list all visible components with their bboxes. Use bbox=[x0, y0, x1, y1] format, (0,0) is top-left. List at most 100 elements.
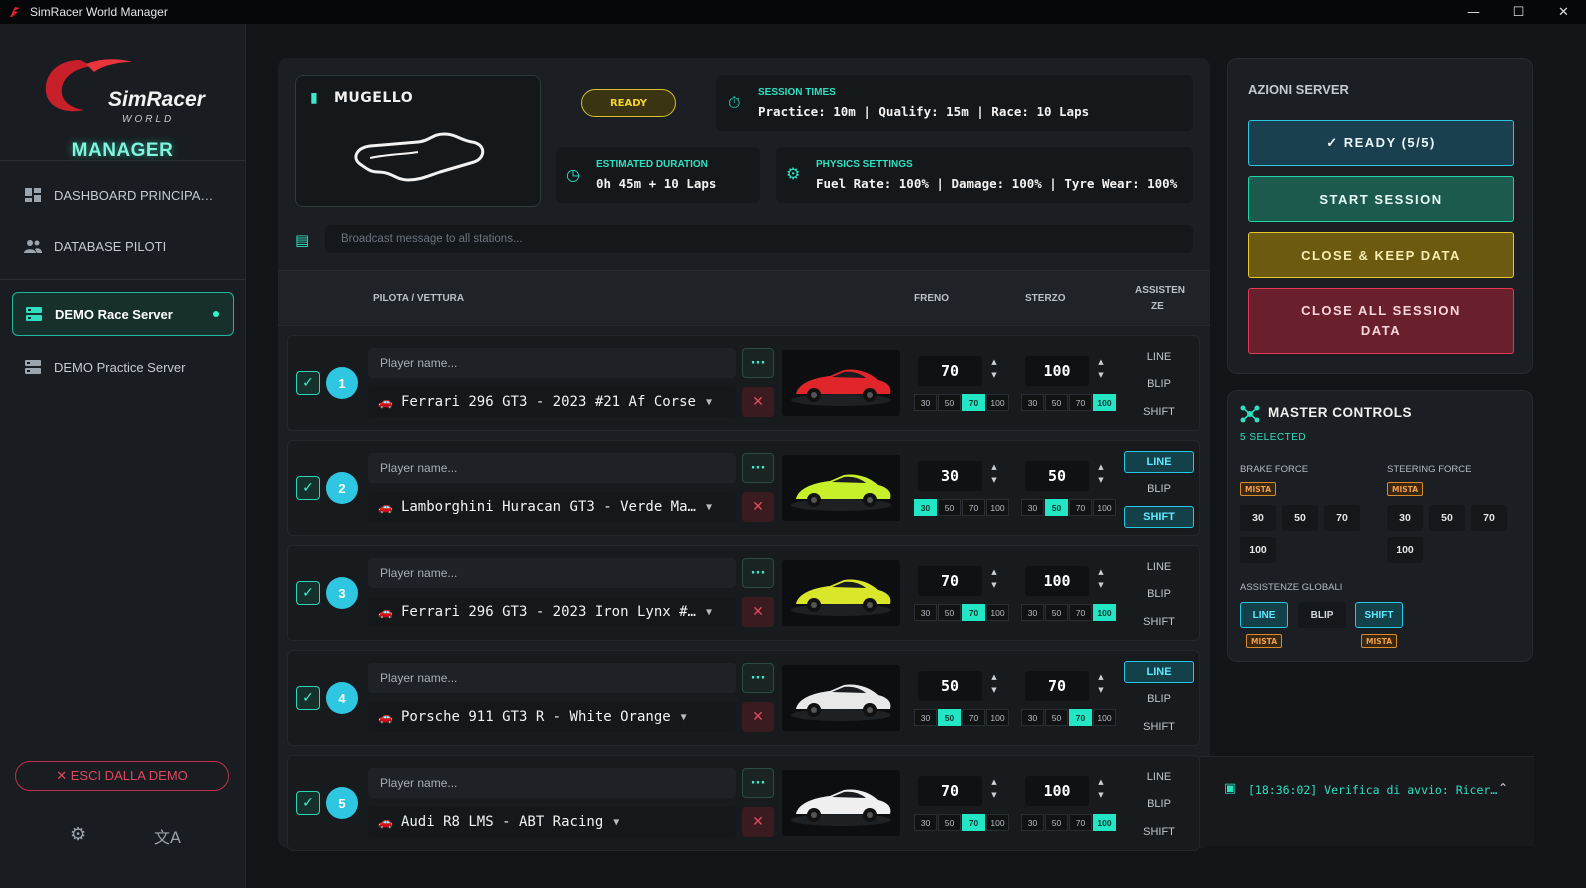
steer-preset-30[interactable]: 30 bbox=[1021, 814, 1044, 831]
master-steer-30[interactable]: 30 bbox=[1387, 505, 1423, 531]
assist-line-toggle[interactable]: LINE bbox=[1124, 766, 1194, 788]
steer-stepper-arrows[interactable]: ▲ ▼ bbox=[1095, 671, 1107, 701]
brake-preset-70[interactable]: 70 bbox=[962, 814, 985, 831]
assist-line-toggle[interactable]: LINE bbox=[1124, 451, 1194, 473]
master-brake-70[interactable]: 70 bbox=[1324, 505, 1360, 531]
brake-preset-100[interactable]: 100 bbox=[986, 604, 1009, 621]
assist-shift-toggle[interactable]: SHIFT bbox=[1124, 506, 1194, 528]
brake-preset-30[interactable]: 30 bbox=[914, 709, 937, 726]
brake-stepper-arrows[interactable]: ▲ ▼ bbox=[988, 776, 1000, 806]
steer-value[interactable]: 70 bbox=[1025, 671, 1089, 701]
brake-preset-30[interactable]: 30 bbox=[914, 604, 937, 621]
car-select[interactable]: 🚗 Ferrari 296 GT3 - 2023 #21 Af Corse ▼ bbox=[368, 387, 736, 417]
brake-preset-50[interactable]: 50 bbox=[938, 814, 961, 831]
brake-preset-100[interactable]: 100 bbox=[986, 394, 1009, 411]
steer-preset-70[interactable]: 70 bbox=[1069, 394, 1092, 411]
remove-driver-button[interactable]: ✕ bbox=[742, 807, 774, 837]
steer-preset-30[interactable]: 30 bbox=[1021, 604, 1044, 621]
steer-preset-100[interactable]: 100 bbox=[1093, 814, 1116, 831]
steer-preset-100[interactable]: 100 bbox=[1093, 394, 1116, 411]
brake-preset-100[interactable]: 100 bbox=[986, 709, 1009, 726]
player-name-input[interactable] bbox=[368, 453, 736, 483]
brake-preset-70[interactable]: 70 bbox=[962, 499, 985, 516]
assist-shift-toggle[interactable]: SHIFT bbox=[1124, 611, 1194, 633]
assist-blip-toggle[interactable]: BLIP bbox=[1124, 793, 1194, 815]
brake-preset-70[interactable]: 70 bbox=[962, 394, 985, 411]
brake-value[interactable]: 70 bbox=[918, 566, 982, 596]
row-select-checkbox[interactable]: ✓ bbox=[296, 476, 320, 500]
close-window-button[interactable]: ✕ bbox=[1541, 0, 1586, 24]
steer-value[interactable]: 100 bbox=[1025, 566, 1089, 596]
remove-driver-button[interactable]: ✕ bbox=[742, 597, 774, 627]
car-select[interactable]: 🚗 Lamborghini Huracan GT3 - Verde Ma… ▼ bbox=[368, 492, 736, 522]
steer-preset-50[interactable]: 50 bbox=[1045, 814, 1068, 831]
brake-preset-50[interactable]: 50 bbox=[938, 394, 961, 411]
brake-preset-100[interactable]: 100 bbox=[986, 814, 1009, 831]
brake-preset-30[interactable]: 30 bbox=[914, 499, 937, 516]
brake-preset-50[interactable]: 50 bbox=[938, 499, 961, 516]
ready-button[interactable]: ✓ READY (5/5) bbox=[1248, 120, 1514, 166]
steer-stepper-arrows[interactable]: ▲ ▼ bbox=[1095, 461, 1107, 491]
steer-stepper-arrows[interactable]: ▲ ▼ bbox=[1095, 566, 1107, 596]
steer-preset-70[interactable]: 70 bbox=[1069, 814, 1092, 831]
global-blip-button[interactable]: BLIP bbox=[1298, 602, 1346, 628]
steer-preset-70[interactable]: 70 bbox=[1069, 499, 1092, 516]
sidebar-item-demo-race-server[interactable]: DEMO Race Server bbox=[12, 292, 234, 336]
sidebar-item-dashboard[interactable]: DASHBOARD PRINCIPA… bbox=[12, 173, 234, 217]
gear-icon[interactable]: ⚙ bbox=[70, 824, 86, 845]
more-options-button[interactable]: ··· bbox=[742, 663, 774, 693]
translate-icon[interactable]: 文A bbox=[154, 824, 181, 848]
assist-blip-toggle[interactable]: BLIP bbox=[1124, 583, 1194, 605]
assist-line-toggle[interactable]: LINE bbox=[1124, 346, 1194, 368]
log-bar[interactable]: ▣ [18:36:02] Verifica di avvio: Ricer… ⌃ bbox=[1200, 756, 1534, 846]
master-brake-50[interactable]: 50 bbox=[1282, 505, 1318, 531]
broadcast-input[interactable] bbox=[325, 225, 1193, 253]
car-select[interactable]: 🚗 Audi R8 LMS - ABT Racing ▼ bbox=[368, 807, 736, 837]
player-name-input[interactable] bbox=[368, 768, 736, 798]
brake-stepper-arrows[interactable]: ▲ ▼ bbox=[988, 671, 1000, 701]
assist-shift-toggle[interactable]: SHIFT bbox=[1124, 821, 1194, 843]
global-line-button[interactable]: LINE bbox=[1240, 602, 1288, 628]
steer-preset-50[interactable]: 50 bbox=[1045, 604, 1068, 621]
row-select-checkbox[interactable]: ✓ bbox=[296, 371, 320, 395]
exit-demo-button[interactable]: ✕ ESCI DALLA DEMO bbox=[15, 761, 229, 791]
steer-preset-50[interactable]: 50 bbox=[1045, 709, 1068, 726]
close-keep-data-button[interactable]: CLOSE & KEEP DATA bbox=[1248, 232, 1514, 278]
brake-value[interactable]: 70 bbox=[918, 356, 982, 386]
more-options-button[interactable]: ··· bbox=[742, 348, 774, 378]
maximize-button[interactable]: ☐ bbox=[1496, 0, 1541, 24]
player-name-input[interactable] bbox=[368, 348, 736, 378]
minimize-button[interactable]: — bbox=[1451, 0, 1496, 24]
sidebar-item-demo-practice-server[interactable]: DEMO Practice Server bbox=[12, 345, 234, 389]
brake-stepper-arrows[interactable]: ▲ ▼ bbox=[988, 356, 1000, 386]
brake-stepper-arrows[interactable]: ▲ ▼ bbox=[988, 566, 1000, 596]
player-name-input[interactable] bbox=[368, 663, 736, 693]
chevron-up-icon[interactable]: ⌃ bbox=[1498, 781, 1508, 795]
master-steer-100[interactable]: 100 bbox=[1387, 537, 1423, 563]
remove-driver-button[interactable]: ✕ bbox=[742, 387, 774, 417]
brake-value[interactable]: 30 bbox=[918, 461, 982, 491]
row-select-checkbox[interactable]: ✓ bbox=[296, 581, 320, 605]
brake-preset-50[interactable]: 50 bbox=[938, 604, 961, 621]
close-all-session-data-button[interactable]: CLOSE ALL SESSION DATA bbox=[1248, 288, 1514, 354]
car-select[interactable]: 🚗 Ferrari 296 GT3 - 2023 Iron Lynx #… ▼ bbox=[368, 597, 736, 627]
assist-line-toggle[interactable]: LINE bbox=[1124, 661, 1194, 683]
steer-preset-70[interactable]: 70 bbox=[1069, 709, 1092, 726]
row-select-checkbox[interactable]: ✓ bbox=[296, 791, 320, 815]
brake-preset-50[interactable]: 50 bbox=[938, 709, 961, 726]
steer-stepper-arrows[interactable]: ▲ ▼ bbox=[1095, 356, 1107, 386]
more-options-button[interactable]: ··· bbox=[742, 558, 774, 588]
row-select-checkbox[interactable]: ✓ bbox=[296, 686, 320, 710]
car-select[interactable]: 🚗 Porsche 911 GT3 R - White Orange ▼ bbox=[368, 702, 736, 732]
steer-preset-30[interactable]: 30 bbox=[1021, 709, 1044, 726]
master-steer-50[interactable]: 50 bbox=[1429, 505, 1465, 531]
steer-preset-100[interactable]: 100 bbox=[1093, 709, 1116, 726]
assist-line-toggle[interactable]: LINE bbox=[1124, 556, 1194, 578]
start-session-button[interactable]: START SESSION bbox=[1248, 176, 1514, 222]
steer-stepper-arrows[interactable]: ▲ ▼ bbox=[1095, 776, 1107, 806]
steer-preset-100[interactable]: 100 bbox=[1093, 604, 1116, 621]
remove-driver-button[interactable]: ✕ bbox=[742, 492, 774, 522]
brake-value[interactable]: 70 bbox=[918, 776, 982, 806]
steer-preset-30[interactable]: 30 bbox=[1021, 499, 1044, 516]
master-brake-100[interactable]: 100 bbox=[1240, 537, 1276, 563]
